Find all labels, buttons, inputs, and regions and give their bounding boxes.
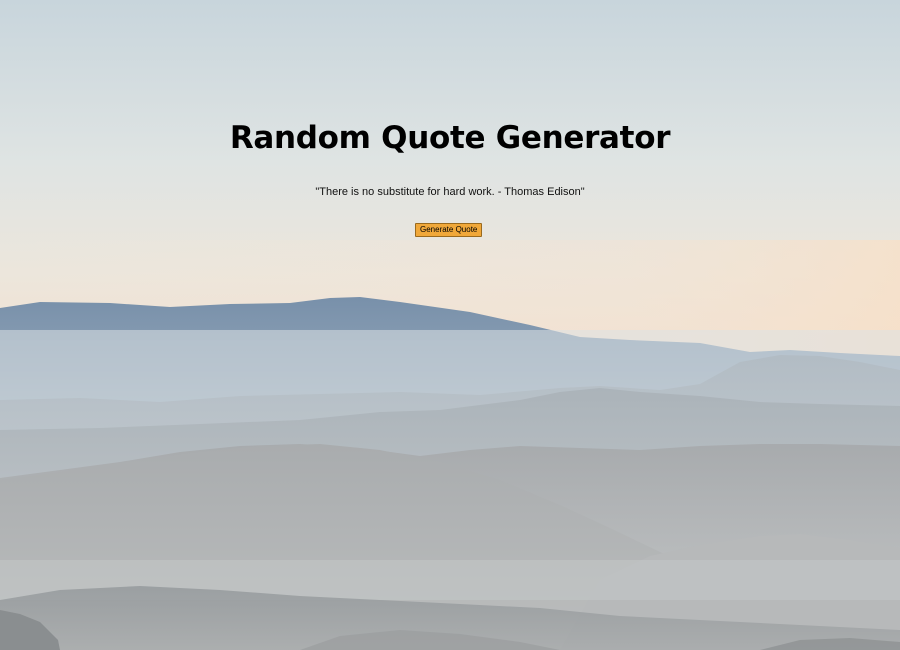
generate-quote-button[interactable]: Generate Quote [415, 223, 483, 237]
mountain-landscape-icon [0, 0, 900, 650]
quote-text: "There is no substitute for hard work. -… [315, 186, 585, 198]
page-title: Random Quote Generator [229, 120, 671, 156]
mountain-background [0, 0, 900, 650]
